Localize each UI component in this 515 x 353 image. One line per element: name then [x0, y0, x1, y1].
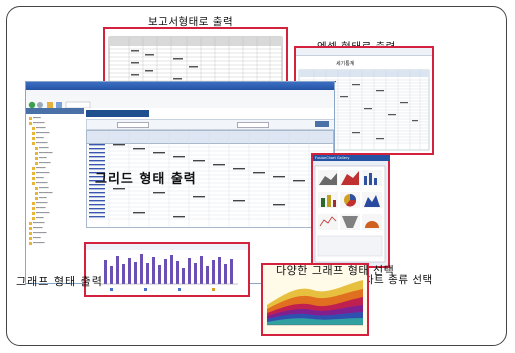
- tree-item[interactable]: ━━━━━━: [29, 221, 45, 225]
- tree-item[interactable]: ━━━━━━: [29, 121, 45, 125]
- thumb-line[interactable]: [318, 214, 338, 230]
- tree-item[interactable]: ━━━━: [35, 156, 47, 160]
- tree-item[interactable]: ━━━━━: [35, 146, 49, 150]
- tree-item[interactable]: ━━━━━━━: [35, 191, 52, 195]
- tree-item[interactable]: ━━━━━: [32, 166, 46, 170]
- tree-item[interactable]: ━━━━━━━: [35, 151, 52, 155]
- thumb-stacked[interactable]: [318, 192, 338, 208]
- tree-item[interactable]: ━━━━━━: [29, 241, 45, 245]
- graph-variety-label: 다양한 그래프 형태 선택: [276, 264, 395, 277]
- gallery-title: FusionChart Gallery: [313, 155, 390, 161]
- window-title-bar: [26, 82, 334, 90]
- thumb-gauge[interactable]: [362, 214, 382, 230]
- tree-item[interactable]: ━━━━: [32, 176, 44, 180]
- report-output-label: 보고서형태로 출력: [148, 16, 234, 28]
- tree-item[interactable]: ━━━━━━━: [32, 131, 49, 135]
- graph-output-label: 그래프 형태 출력: [16, 275, 103, 288]
- excel-toolbar: [296, 48, 432, 56]
- tree-item[interactable]: ━━━━: [29, 116, 41, 120]
- excel-sheet-title: 세기통계: [336, 61, 355, 67]
- filter-select[interactable]: [117, 122, 149, 128]
- tree-item[interactable]: ━━━━━: [32, 126, 46, 130]
- search-button[interactable]: [315, 121, 329, 127]
- chart-gallery-window: FusionChart Gallery: [311, 153, 390, 268]
- tree-item[interactable]: ━━━━━━: [32, 201, 48, 205]
- grid-output-label: 그리드 형태 출력: [95, 172, 197, 187]
- tree-item[interactable]: ━━━━━: [35, 186, 49, 190]
- thumb-area[interactable]: [318, 170, 338, 186]
- document-tab[interactable]: [86, 110, 149, 117]
- tree-item[interactable]: ━━━━: [29, 236, 41, 240]
- tree-item[interactable]: ━━━━━: [32, 206, 46, 210]
- thumb-bar[interactable]: [340, 170, 360, 186]
- graph-output-window: [84, 242, 250, 297]
- filter-bar: [86, 119, 334, 130]
- chart-thumbnails: [314, 165, 386, 263]
- thumb-funnel[interactable]: [340, 214, 360, 230]
- tree-item[interactable]: ━━━━━: [29, 226, 43, 230]
- tree-item[interactable]: ━━━━: [32, 136, 44, 140]
- thumb-pie[interactable]: [340, 192, 360, 208]
- tree-item[interactable]: ━━━━━━: [32, 141, 48, 145]
- navigation-tree: ━━━━ ━━━━━━ ━━━━━ ━━━━━━━ ━━━━ ━━━━━━ ━━…: [26, 108, 85, 283]
- gallery-preview: [317, 235, 383, 257]
- tree-item[interactable]: ━━━━━━━: [29, 231, 46, 235]
- tree-item[interactable]: ━━━━: [35, 196, 47, 200]
- tree-item[interactable]: ━━━━━━: [32, 181, 48, 185]
- filter-select[interactable]: [237, 122, 269, 128]
- thumb-3d[interactable]: [362, 192, 382, 208]
- tree-item[interactable]: ━━━━━━━: [32, 171, 49, 175]
- tree-item[interactable]: ━━━━: [32, 216, 44, 220]
- tree-item[interactable]: ━━━━━━: [35, 161, 51, 165]
- tree-header: [26, 108, 84, 114]
- tree-item[interactable]: ━━━━━━━: [32, 211, 49, 215]
- bar-chart-image: [86, 244, 248, 291]
- thumb-column[interactable]: [362, 170, 382, 186]
